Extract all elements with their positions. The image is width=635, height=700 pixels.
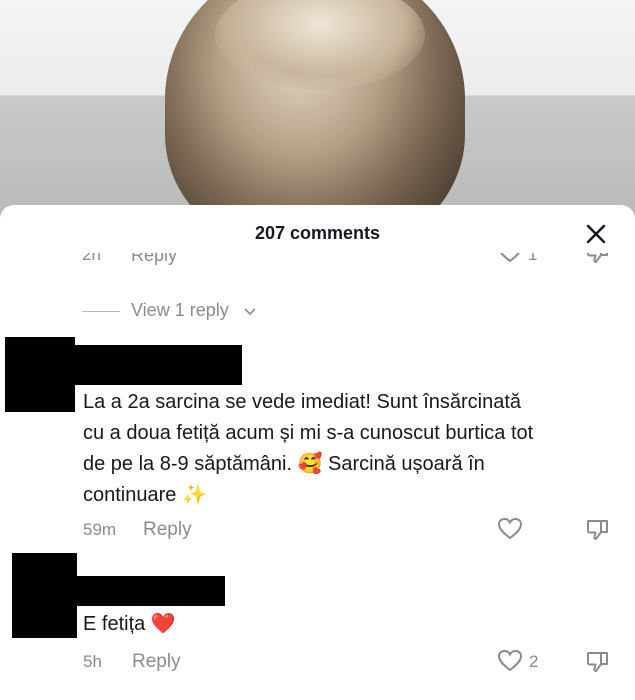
thumbs-down-icon[interactable]	[585, 516, 611, 542]
redacted-username	[75, 345, 242, 385]
heart-outline-icon[interactable]	[497, 516, 523, 542]
reply-button[interactable]: Reply	[132, 651, 181, 673]
heart-outline-icon[interactable]	[497, 648, 523, 674]
redacted-username	[77, 576, 225, 606]
heart-outline-icon[interactable]	[497, 253, 523, 265]
redacted-avatar	[12, 553, 77, 638]
comment-line: La a 2a sarcina se vede imediat! Sunt în…	[83, 391, 522, 413]
view-replies-button[interactable]: View 1 reply	[131, 300, 229, 321]
previous-comment-like-count: 1	[528, 253, 538, 264]
previous-comment-actions: 2h Reply 1	[0, 253, 635, 271]
close-icon[interactable]	[581, 219, 611, 249]
comment-line: de pe la 8-9 săptămâni. 🥰 Sarcină ușoară…	[83, 453, 485, 475]
comment-text: La a 2a sarcina se vede imediat! Sunt în…	[83, 387, 628, 511]
redacted-avatar	[5, 337, 75, 412]
video-background	[0, 0, 635, 230]
previous-comment-reply-button[interactable]: Reply	[131, 253, 177, 266]
comments-count-title: 207 comments	[254, 223, 381, 243]
thumbs-down-icon[interactable]	[585, 648, 611, 674]
comments-sheet: 207 comments 2h Reply 1 View 1 reply La …	[0, 205, 635, 700]
reply-button[interactable]: Reply	[143, 519, 192, 541]
comment-time: 5h	[83, 652, 102, 671]
chevron-down-icon	[242, 304, 258, 320]
view-replies-divider	[82, 311, 120, 312]
like-count: 2	[529, 652, 539, 671]
comment-text: E fetița ❤️	[83, 609, 628, 640]
thumbs-down-icon[interactable]	[585, 253, 611, 265]
comment-line: continuare ✨	[83, 484, 207, 506]
previous-comment-time: 2h	[82, 253, 101, 264]
comment-line: E fetița ❤️	[83, 613, 176, 635]
comment-time: 59m	[83, 520, 117, 539]
comment-line: cu a doua fetiță acum și mi s-a cunoscut…	[83, 422, 534, 444]
